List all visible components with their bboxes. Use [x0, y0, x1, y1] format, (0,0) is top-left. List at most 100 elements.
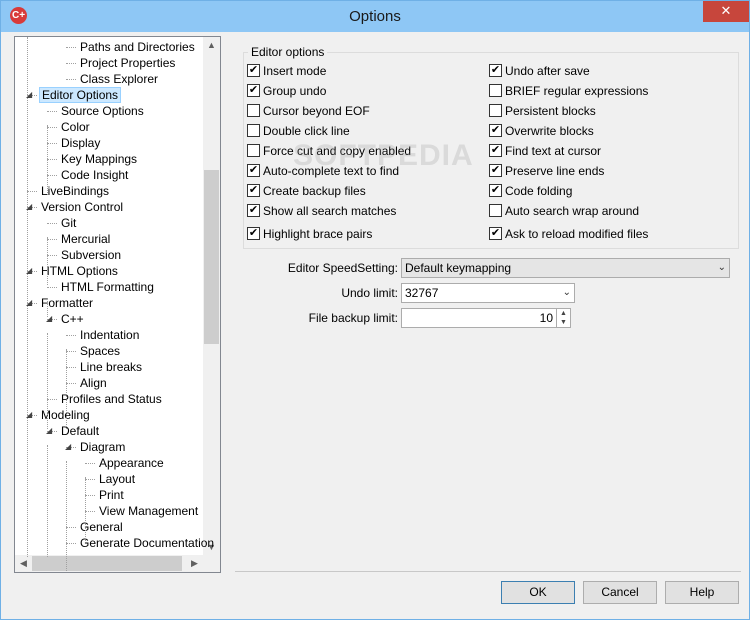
tree-guide-line — [47, 125, 48, 195]
tree-connector-line — [66, 527, 76, 528]
tree-horizontal-scrollbar[interactable]: ◀ ▶ — [15, 555, 220, 572]
file-backup-limit-label: File backup limit: — [308, 311, 398, 325]
checkbox-box[interactable] — [247, 104, 260, 117]
scroll-left-arrow-icon[interactable]: ◀ — [15, 555, 32, 572]
tree-item[interactable]: Mercurial — [59, 231, 112, 247]
file-backup-limit-value: 10 — [539, 311, 553, 325]
checkbox-label: BRIEF regular expressions — [505, 84, 649, 98]
options-dialog: C+ Options ✕ ▲ ▼ ◀ ▶ Paths and Directori… — [0, 0, 750, 620]
undo-limit-value: 32767 — [405, 286, 439, 300]
checkbox-label: Code folding — [505, 184, 573, 198]
tree-item[interactable]: Project Properties — [78, 55, 177, 71]
editor-options-legend: Editor options — [248, 45, 328, 59]
stepper-up-icon[interactable]: ▲ — [557, 309, 570, 318]
tree-vertical-scrollbar[interactable]: ▲ ▼ — [203, 37, 220, 556]
checkbox-box[interactable] — [247, 144, 260, 157]
tree-item[interactable]: Git — [59, 215, 78, 231]
close-button[interactable]: ✕ — [703, 1, 749, 22]
expander-icon[interactable]: ◢ — [65, 439, 71, 455]
checkmark-icon[interactable]: ✔ — [489, 164, 502, 177]
tree-item[interactable]: Line breaks — [78, 359, 144, 375]
tree-guide-line — [85, 477, 86, 541]
tree-item[interactable]: Editor Options — [39, 87, 122, 103]
tree-item[interactable]: Source Options — [59, 103, 146, 119]
checkbox-box[interactable] — [247, 124, 260, 137]
tree-connector-line — [66, 543, 76, 544]
stepper-down-icon[interactable]: ▼ — [557, 318, 570, 327]
tree-guide-line — [47, 237, 48, 285]
tree-item[interactable]: Profiles and Status — [59, 391, 164, 407]
tree-connector-line — [47, 223, 57, 224]
checkmark-icon[interactable]: ✔ — [247, 64, 260, 77]
checkmark-icon[interactable]: ✔ — [489, 184, 502, 197]
tree-item[interactable]: Generate Documentation — [78, 535, 216, 551]
tree-item[interactable]: Layout — [97, 471, 137, 487]
speed-setting-select[interactable]: Default keymapping ⌄ — [401, 258, 730, 278]
tree-item[interactable]: Code Insight — [59, 167, 130, 183]
help-button[interactable]: Help — [665, 581, 739, 604]
checkbox-label: Preserve line ends — [505, 164, 605, 178]
checkmark-icon[interactable]: ✔ — [247, 164, 260, 177]
tree-connector-line — [47, 255, 57, 256]
tree-connector-line — [27, 191, 37, 192]
options-tree[interactable]: ▲ ▼ ◀ ▶ Paths and Directories Project Pro… — [14, 36, 221, 573]
checkbox-box[interactable] — [489, 104, 502, 117]
checkbox-label: Persistent blocks — [505, 104, 596, 118]
tree-connector-line — [66, 79, 76, 80]
tree-item[interactable]: Align — [78, 375, 109, 391]
window-title: Options — [349, 8, 401, 25]
tree-item[interactable]: HTML Formatting — [59, 279, 156, 295]
tree-item[interactable]: Display — [59, 135, 102, 151]
tree-item[interactable]: HTML Options — [39, 263, 120, 279]
tree-connector-line — [66, 351, 76, 352]
tree-connector-line — [85, 511, 95, 512]
checkmark-icon[interactable]: ✔ — [489, 64, 502, 77]
checkbox-box[interactable] — [489, 84, 502, 97]
tree-item[interactable]: Indentation — [78, 327, 141, 343]
speed-setting-value: Default keymapping — [405, 261, 512, 275]
tree-item[interactable]: Color — [59, 119, 92, 135]
tree-item[interactable]: Appearance — [97, 455, 166, 471]
tree-item[interactable]: Paths and Directories — [78, 39, 197, 55]
checkbox-label: Group undo — [263, 84, 327, 98]
checkbox-box[interactable] — [489, 204, 502, 217]
checkmark-icon[interactable]: ✔ — [247, 84, 260, 97]
tree-item[interactable]: C++ — [59, 311, 86, 327]
tree-item[interactable]: Print — [97, 487, 126, 503]
checkbox-label: Find text at cursor — [505, 144, 602, 158]
tree-connector-line — [47, 143, 57, 144]
checkmark-icon[interactable]: ✔ — [247, 184, 260, 197]
tree-item[interactable]: Class Explorer — [78, 71, 160, 87]
tree-connector-line — [47, 127, 57, 128]
scroll-thumb[interactable] — [204, 170, 219, 344]
chevron-down-icon: ⌄ — [562, 287, 571, 298]
tree-connector-line — [85, 495, 95, 496]
tree-item[interactable]: LiveBindings — [39, 183, 111, 199]
tree-item[interactable]: Subversion — [59, 247, 123, 263]
chevron-down-icon: ⌄ — [717, 262, 726, 273]
checkbox-label: Cursor beyond EOF — [263, 104, 370, 118]
checkbox-label: Insert mode — [263, 64, 327, 78]
cancel-button[interactable]: Cancel — [583, 581, 657, 604]
tree-connector-line — [47, 399, 57, 400]
checkmark-icon[interactable]: ✔ — [247, 227, 260, 240]
tree-item[interactable]: Version Control — [39, 199, 125, 215]
scroll-right-arrow-icon[interactable]: ▶ — [186, 555, 203, 572]
undo-limit-combo[interactable]: 32767 ⌄ — [401, 283, 575, 303]
checkmark-icon[interactable]: ✔ — [489, 144, 502, 157]
checkmark-icon[interactable]: ✔ — [489, 124, 502, 137]
tree-item[interactable]: Key Mappings — [59, 151, 139, 167]
scroll-up-arrow-icon[interactable]: ▲ — [203, 37, 220, 54]
stepper-buttons[interactable]: ▲ ▼ — [556, 309, 570, 327]
checkbox-label: Show all search matches — [263, 204, 397, 218]
tree-connector-line — [47, 287, 57, 288]
ok-button[interactable]: OK — [501, 581, 575, 604]
tree-connector-line — [47, 175, 57, 176]
scroll-thumb[interactable] — [32, 556, 182, 571]
file-backup-limit-stepper[interactable]: 10 ▲ ▼ — [401, 308, 571, 328]
checkmark-icon[interactable]: ✔ — [247, 204, 260, 217]
tree-item[interactable]: View Management — [97, 503, 200, 519]
tree-item[interactable]: Spaces — [78, 343, 122, 359]
tree-item[interactable]: Diagram — [78, 439, 127, 455]
checkmark-icon[interactable]: ✔ — [489, 227, 502, 240]
